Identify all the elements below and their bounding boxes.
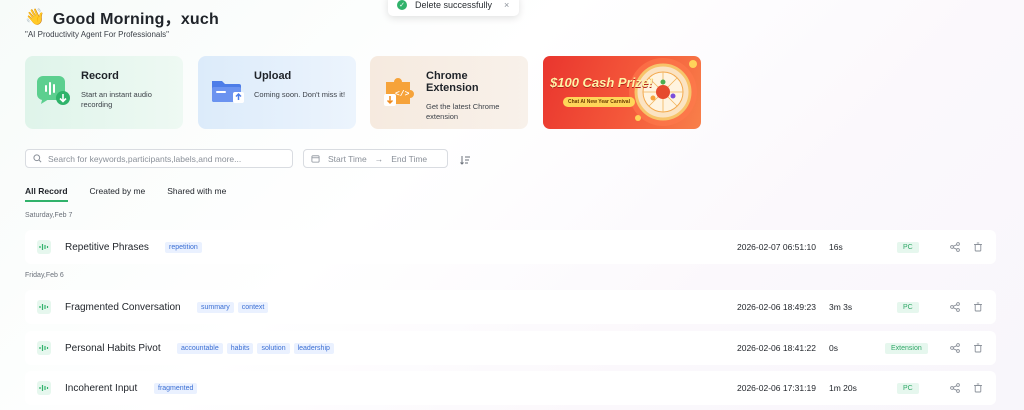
tag[interactable]: habits (226, 342, 254, 354)
tab-created-by-me[interactable]: Created by me (90, 186, 146, 202)
end-time-field[interactable]: End Time (391, 154, 427, 164)
record-tags: fragmented (154, 382, 198, 394)
audio-wave-icon (37, 240, 51, 254)
tag[interactable]: leadership (293, 342, 334, 354)
record-row[interactable]: Personal Habits Pivot accountable habits… (25, 331, 996, 365)
tag[interactable]: context (237, 301, 269, 313)
record-tags: accountable habits solution leadership (177, 342, 334, 354)
waving-hand-icon: 👋 (25, 9, 45, 26)
chrome-extension-card[interactable]: </> Chrome Extension Get the latest Chro… (370, 56, 528, 129)
close-icon[interactable]: × (504, 0, 509, 10)
search-icon (33, 154, 42, 163)
puzzle-icon: </> (380, 72, 418, 110)
record-tags: summary context (197, 301, 269, 313)
upload-card-desc: Coming soon. Don't miss it! (254, 90, 346, 99)
tagline: "AI Productivity Agent For Professionals… (25, 30, 169, 39)
tab-all-record[interactable]: All Record (25, 186, 68, 202)
audio-wave-icon (37, 300, 51, 314)
trash-icon[interactable] (973, 302, 983, 312)
trash-icon[interactable] (973, 343, 983, 353)
check-circle-icon: ✓ (397, 0, 407, 10)
tag[interactable]: accountable (177, 342, 223, 354)
source-badge: PC (897, 241, 919, 253)
folder-upload-icon (208, 72, 246, 110)
start-time-field[interactable]: Start Time (328, 154, 367, 164)
upload-card[interactable]: Upload Coming soon. Don't miss it! (198, 56, 356, 129)
record-row[interactable]: Incoherent Input fragmented 2026-02-06 1… (25, 371, 996, 405)
tag[interactable]: repetition (165, 241, 202, 253)
sort-button[interactable] (459, 153, 471, 165)
record-time: 2026-02-07 06:51:10 (737, 242, 816, 252)
greeting: 👋 Good Morning，xuch (25, 5, 219, 29)
record-title[interactable]: Fragmented Conversation (65, 302, 181, 313)
promo-headline: $100 Cash Prize! (550, 75, 654, 90)
toast-message: Delete successfully (415, 0, 493, 10)
source-badge: Extension (885, 342, 928, 354)
trash-icon[interactable] (973, 383, 983, 393)
trash-icon[interactable] (973, 242, 983, 252)
record-duration: 0s (829, 343, 838, 353)
record-time: 2026-02-06 18:41:22 (737, 343, 816, 353)
upload-card-title: Upload (254, 70, 292, 82)
record-card-desc: Start an instant audio recording (81, 90, 152, 109)
record-card[interactable]: Record Start an instant audio recording (25, 56, 183, 129)
chrome-card-desc: Get the latest Chrome extension (426, 102, 500, 121)
share-icon[interactable] (950, 343, 960, 353)
tag[interactable]: fragmented (154, 382, 198, 394)
record-row[interactable]: Fragmented Conversation summary context … (25, 290, 996, 324)
promo-artwork (629, 58, 697, 126)
arrow-right-icon: → (374, 153, 384, 164)
record-duration: 16s (829, 242, 843, 252)
share-icon[interactable] (950, 383, 960, 393)
promo-banner[interactable]: $100 Cash Prize! Chat AI New Year Carniv… (543, 56, 701, 129)
tag[interactable]: summary (197, 301, 234, 313)
date-group-header: Saturday,Feb 7 (25, 212, 73, 219)
share-icon[interactable] (950, 302, 960, 312)
record-time: 2026-02-06 17:31:19 (737, 383, 816, 393)
share-icon[interactable] (950, 242, 960, 252)
record-row[interactable]: Repetitive Phrases repetition 2026-02-07… (25, 230, 996, 264)
date-range-picker[interactable]: Start Time → End Time (303, 149, 448, 168)
record-title[interactable]: Repetitive Phrases (65, 242, 149, 253)
record-duration: 3m 3s (829, 302, 853, 312)
tag[interactable]: solution (257, 342, 290, 354)
record-time: 2026-02-06 18:49:23 (737, 302, 816, 312)
search-box[interactable] (25, 149, 293, 168)
record-duration: 1m 20s (829, 383, 857, 393)
record-tags: repetition (165, 241, 202, 253)
audio-wave-icon (37, 381, 51, 395)
microphone-icon (35, 72, 73, 110)
greeting-text: Good Morning，xuch (52, 11, 219, 28)
source-badge: PC (897, 382, 919, 394)
date-group-header: Friday,Feb 6 (25, 272, 64, 279)
record-tabs: All Record Created by me Shared with me (25, 186, 226, 202)
source-badge: PC (897, 301, 919, 313)
record-card-title: Record (81, 70, 119, 82)
promo-subtitle: Chat AI New Year Carnival (563, 97, 635, 107)
success-toast: ✓ Delete successfully × (388, 0, 520, 16)
search-input[interactable] (48, 153, 288, 164)
chrome-card-title: Chrome Extension (426, 70, 479, 94)
tab-shared-with-me[interactable]: Shared with me (167, 186, 226, 202)
svg-text:</>: </> (395, 90, 410, 99)
audio-wave-icon (37, 341, 51, 355)
record-title[interactable]: Personal Habits Pivot (65, 343, 161, 354)
record-title[interactable]: Incoherent Input (65, 383, 137, 394)
calendar-icon (311, 155, 320, 163)
sort-icon (460, 156, 470, 165)
